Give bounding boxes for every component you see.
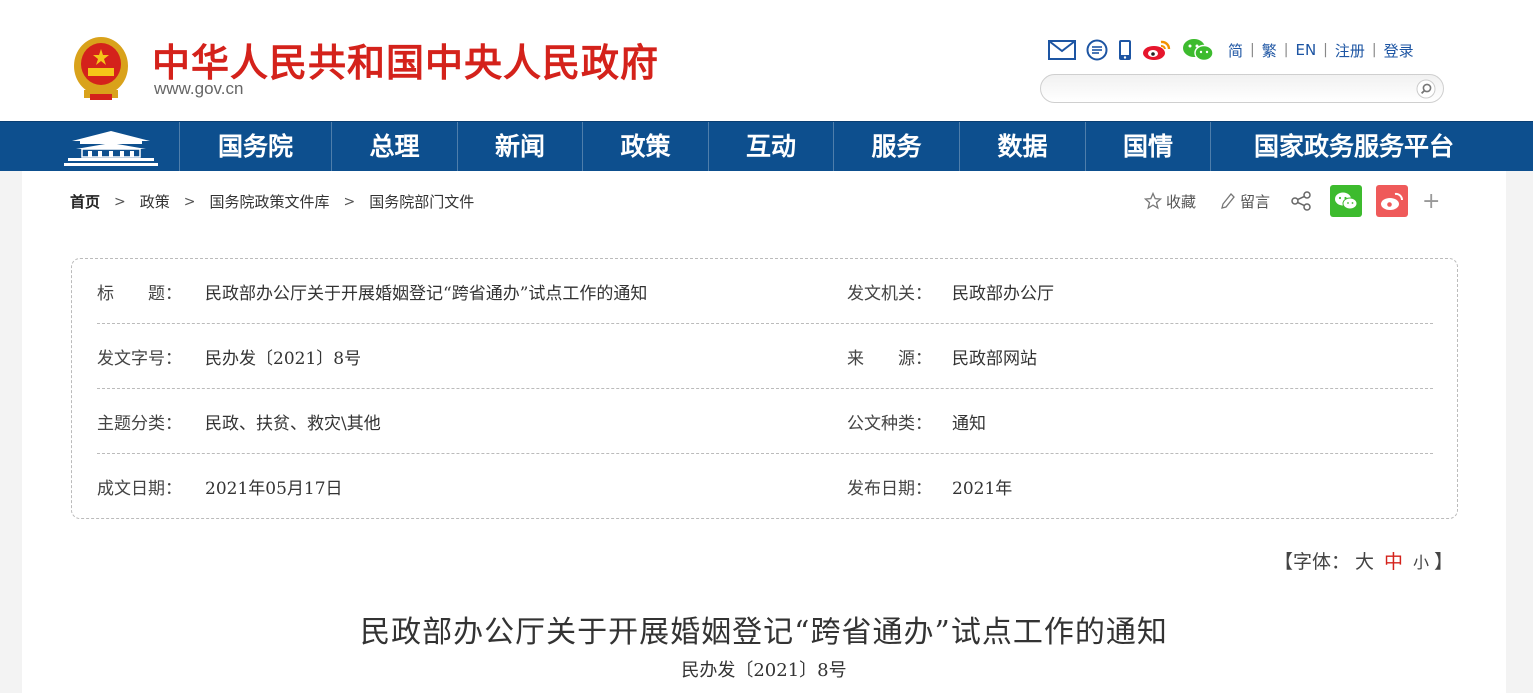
nav-item-gov-service-platform[interactable]: 国家政务服务平台 bbox=[1211, 122, 1497, 172]
favorite-label: 收藏 bbox=[1166, 192, 1197, 211]
favorite-button[interactable]: 收藏 bbox=[1144, 191, 1196, 212]
breadcrumb: 首页 > 政策 > 国务院政策文件库 > 国务院部门文件 bbox=[70, 191, 474, 212]
nav-item-premier[interactable]: 总理 bbox=[332, 122, 457, 172]
share-icon[interactable] bbox=[1290, 190, 1316, 212]
issuing-authority-value: 民政部办公厅 bbox=[952, 284, 1054, 304]
separator: | bbox=[1250, 42, 1255, 58]
nav-item-news[interactable]: 新闻 bbox=[458, 122, 582, 172]
font-size-medium-button[interactable]: 中 bbox=[1384, 551, 1403, 573]
breadcrumb-policy-library[interactable]: 国务院政策文件库 bbox=[210, 191, 330, 212]
doc-number-value: 民办发〔2021〕8号 bbox=[205, 349, 362, 369]
chevron-right-icon: > bbox=[343, 193, 356, 210]
article-title: 民政部办公厅关于开展婚姻登记“跨省通办”试点工作的通知 bbox=[360, 615, 1168, 650]
wechat-icon[interactable] bbox=[1182, 38, 1214, 62]
main-nav: 国务院 总理 新闻 政策 互动 服务 数据 国情 国家政务服务平台 bbox=[0, 121, 1533, 172]
chevron-right-icon: > bbox=[183, 193, 196, 210]
mobile-icon[interactable] bbox=[1118, 38, 1132, 62]
written-date-value: 2021年05月17日 bbox=[205, 479, 343, 499]
doc-type-label: 公文种类： bbox=[847, 414, 932, 434]
nav-item-services[interactable]: 服务 bbox=[834, 122, 959, 172]
login-link[interactable]: 登录 bbox=[1384, 40, 1414, 61]
font-size-control: 【字体：大中小】 bbox=[1274, 547, 1453, 574]
topic-value: 民政、扶贫、救灾\其他 bbox=[205, 414, 381, 434]
article-doc-number: 民办发〔2021〕8号 bbox=[681, 660, 847, 681]
register-link[interactable]: 注册 bbox=[1335, 40, 1365, 61]
breadcrumb-home[interactable]: 首页 bbox=[70, 191, 100, 212]
comment-button[interactable]: 留言 bbox=[1220, 191, 1270, 212]
national-emblem-icon[interactable] bbox=[70, 34, 132, 102]
font-size-prefix: 【字体： bbox=[1274, 551, 1351, 573]
search-icon[interactable] bbox=[1416, 79, 1436, 99]
site-domain: www.gov.cn bbox=[154, 79, 244, 98]
info-row: 发文字号： 民办发〔2021〕8号 来 源： 民政部网站 bbox=[97, 324, 1433, 389]
wechat-icon bbox=[1335, 192, 1358, 210]
source-label: 来 源： bbox=[847, 349, 932, 369]
separator: | bbox=[1323, 42, 1328, 58]
nav-item-national-conditions[interactable]: 国情 bbox=[1086, 122, 1210, 172]
nav-item-state-council[interactable]: 国务院 bbox=[180, 122, 331, 172]
nav-item-policy[interactable]: 政策 bbox=[583, 122, 708, 172]
breadcrumb-department-docs[interactable]: 国务院部门文件 bbox=[369, 191, 474, 212]
font-size-small-button[interactable]: 小 bbox=[1413, 553, 1429, 572]
more-share-button[interactable]: + bbox=[1422, 189, 1440, 214]
top-toolbar: 简 | 繁 | EN | 注册 | 登录 bbox=[1048, 38, 1414, 62]
doc-number-label: 发文字号： bbox=[97, 349, 182, 369]
tiananmen-logo-icon[interactable] bbox=[64, 129, 158, 167]
info-row: 标 题： 民政部办公厅关于开展婚姻登记“跨省通办”试点工作的通知 发文机关： 民… bbox=[97, 259, 1433, 324]
chevron-right-icon: > bbox=[114, 193, 126, 210]
font-size-suffix: 】 bbox=[1434, 551, 1454, 573]
site-header: 中华人民共和国中央人民政府 www.gov.cn 简 | 繁 | EN | 注册… bbox=[0, 0, 1533, 121]
nav-item-interaction[interactable]: 互动 bbox=[709, 122, 833, 172]
mail-icon[interactable] bbox=[1048, 38, 1076, 62]
document-info-table: 标 题： 民政部办公厅关于开展婚姻登记“跨省通办”试点工作的通知 发文机关： 民… bbox=[71, 258, 1458, 519]
lang-simplified-link[interactable]: 简 bbox=[1228, 40, 1243, 61]
info-row: 主题分类： 民政、扶贫、救灾\其他 公文种类： 通知 bbox=[97, 389, 1433, 454]
separator: | bbox=[1371, 42, 1377, 58]
pencil-icon bbox=[1221, 193, 1235, 209]
share-weibo-button[interactable] bbox=[1376, 185, 1409, 217]
search-input[interactable] bbox=[1055, 79, 1405, 99]
separator: | bbox=[1283, 42, 1289, 58]
source-value: 民政部网站 bbox=[952, 349, 1037, 369]
title-value: 民政部办公厅关于开展婚姻登记“跨省通办”试点工作的通知 bbox=[205, 284, 648, 304]
publish-date-label: 发布日期： bbox=[847, 479, 932, 499]
content-panel: 首页 > 政策 > 国务院政策文件库 > 国务院部门文件 收藏 留言 + 标 题… bbox=[22, 171, 1506, 693]
weibo-icon[interactable] bbox=[1142, 38, 1172, 62]
breadcrumb-policy[interactable]: 政策 bbox=[140, 191, 170, 212]
font-size-large-button[interactable]: 大 bbox=[1355, 551, 1374, 573]
share-wechat-button[interactable] bbox=[1330, 185, 1363, 217]
written-date-label: 成文日期： bbox=[97, 479, 182, 499]
star-icon bbox=[1144, 192, 1162, 210]
comment-label: 留言 bbox=[1240, 192, 1271, 211]
publish-date-value: 2021年 bbox=[952, 479, 1013, 499]
title-label: 标 题： bbox=[97, 284, 182, 304]
share-bar: 收藏 留言 + bbox=[1144, 185, 1440, 217]
nav-item-data[interactable]: 数据 bbox=[960, 122, 1085, 172]
lang-traditional-link[interactable]: 繁 bbox=[1262, 40, 1277, 61]
message-icon[interactable] bbox=[1086, 38, 1108, 62]
language-links: 简 | 繁 | EN | 注册 | 登录 bbox=[1228, 40, 1414, 61]
search-box bbox=[1040, 74, 1444, 103]
lang-english-link[interactable]: EN bbox=[1295, 41, 1316, 59]
doc-type-value: 通知 bbox=[952, 414, 986, 434]
issuing-authority-label: 发文机关： bbox=[847, 284, 932, 304]
topic-label: 主题分类： bbox=[97, 414, 182, 434]
weibo-icon bbox=[1381, 192, 1404, 210]
info-row: 成文日期： 2021年05月17日 发布日期： 2021年 bbox=[97, 454, 1433, 519]
